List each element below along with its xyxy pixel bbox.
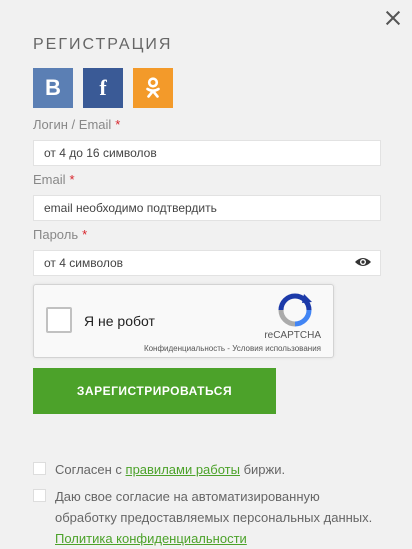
- close-icon[interactable]: [384, 9, 402, 27]
- email-field[interactable]: email необходимо подтвердить: [33, 195, 381, 221]
- odnoklassniki-login-button[interactable]: [133, 68, 173, 108]
- recaptcha-brand: reCAPTCHA: [264, 330, 321, 341]
- agree-rules-prefix: Согласен с: [55, 462, 126, 477]
- agree-rules-suffix: биржи.: [239, 462, 286, 477]
- register-button[interactable]: ЗАРЕГИСТРИРОВАТЬСЯ: [33, 368, 276, 414]
- login-label: Логин / Email *: [33, 117, 121, 132]
- vk-icon: B: [45, 75, 61, 100]
- recaptcha-checkbox[interactable]: [46, 307, 72, 333]
- recaptcha-logo-icon: [278, 293, 312, 327]
- password-label: Пароль *: [33, 227, 88, 242]
- required-mark: *: [69, 172, 75, 187]
- email-placeholder: email необходимо подтвердить: [44, 201, 217, 215]
- page-title: РЕГИСТРАЦИЯ: [33, 36, 173, 53]
- login-field[interactable]: от 4 до 16 символов: [33, 140, 381, 166]
- agree-privacy-checkbox[interactable]: [33, 489, 46, 502]
- required-mark: *: [115, 117, 121, 132]
- email-label: Email *: [33, 172, 75, 187]
- agree-rules-checkbox[interactable]: [33, 462, 46, 475]
- eye-icon[interactable]: [354, 256, 372, 268]
- recaptcha-links[interactable]: Конфиденциальность - Условия использован…: [144, 344, 321, 353]
- vk-login-button[interactable]: B: [33, 68, 73, 108]
- password-placeholder: от 4 символов: [44, 256, 124, 270]
- facebook-icon: f: [99, 75, 107, 100]
- privacy-policy-link[interactable]: Политика конфиденциальности: [55, 531, 247, 546]
- rules-link[interactable]: правилами работы: [126, 462, 240, 477]
- password-field[interactable]: от 4 символов: [33, 250, 381, 276]
- agree-privacy-text: Даю свое согласие на автоматизированную …: [55, 489, 373, 525]
- recaptcha-checkbox-label: Я не робот: [84, 313, 155, 329]
- facebook-login-button[interactable]: f: [83, 68, 123, 108]
- required-mark: *: [82, 227, 88, 242]
- odnoklassniki-icon: [146, 77, 160, 98]
- recaptcha-widget: Я не робот reCAPTCHA Конфиденциальность …: [33, 284, 334, 358]
- login-placeholder: от 4 до 16 символов: [44, 146, 157, 160]
